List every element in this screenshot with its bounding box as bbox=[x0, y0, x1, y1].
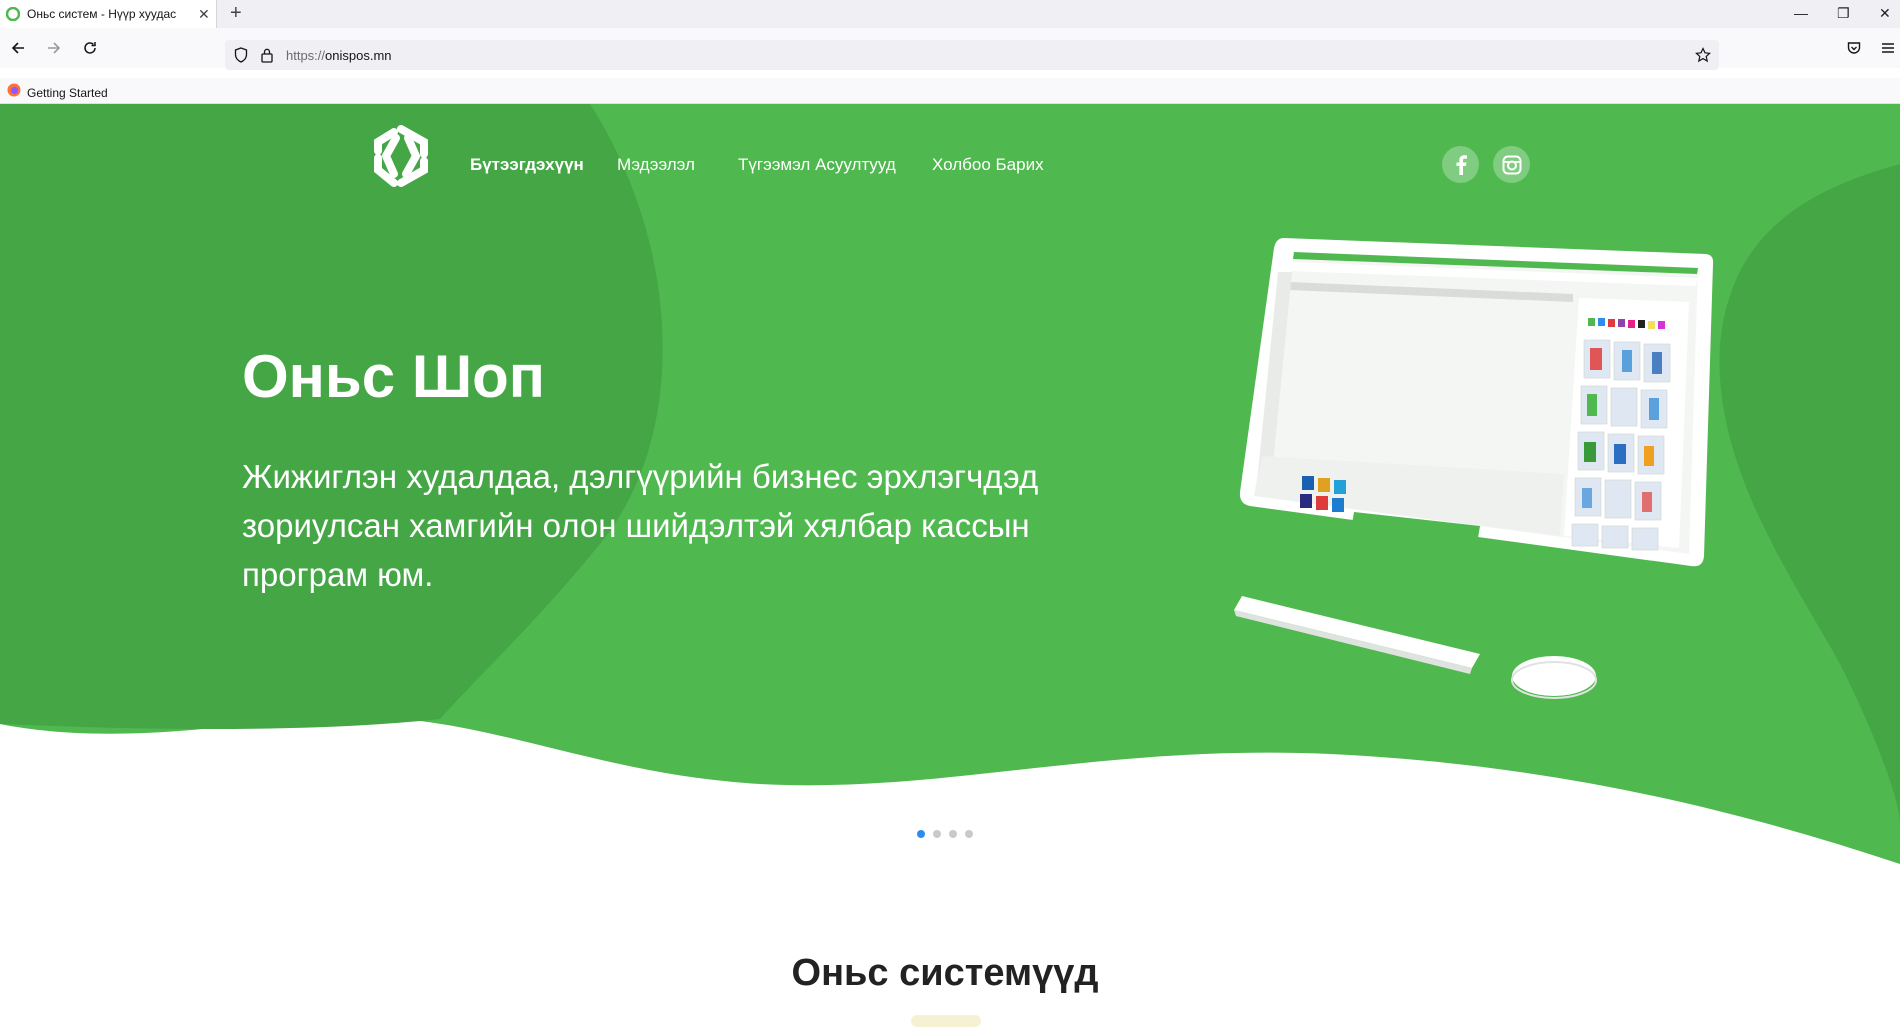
onis-logo[interactable] bbox=[366, 121, 436, 191]
lock-icon[interactable] bbox=[259, 47, 275, 63]
tracking-protection-shield-icon[interactable] bbox=[233, 47, 249, 63]
url-text[interactable]: https://onispos.mn bbox=[286, 48, 392, 63]
carousel-dot-2[interactable] bbox=[933, 830, 941, 838]
reload-icon[interactable] bbox=[80, 38, 100, 58]
browser-tab-strip: Оньс систем - Нүүр хуудас ✕ + — ❐ ✕ bbox=[0, 0, 1900, 28]
pocket-icon[interactable] bbox=[1844, 38, 1864, 58]
tab-title: Оньс систем - Нүүр хуудас bbox=[27, 7, 177, 21]
app-menu-icon[interactable] bbox=[1878, 38, 1898, 58]
carousel-dot-4[interactable] bbox=[965, 830, 973, 838]
close-tab-icon[interactable]: ✕ bbox=[198, 6, 210, 23]
section-title: Оньс системүүд bbox=[791, 952, 1099, 994]
carousel-dot-3[interactable] bbox=[949, 830, 957, 838]
page-viewport: Бүтээгдэхүүн Мэдээлэл Түгээмэл Асуултууд… bbox=[0, 104, 1900, 1027]
pos-computer-illustration bbox=[1234, 238, 1714, 699]
hero-subtitle: Жижиглэн худалдаа, дэлгүүрийн бизнес эрх… bbox=[242, 458, 1039, 593]
new-tab-icon[interactable]: + bbox=[230, 3, 242, 23]
hero-title: Оньс Шоп bbox=[242, 343, 546, 410]
close-window-icon[interactable]: ✕ bbox=[1879, 5, 1891, 22]
instagram-icon[interactable] bbox=[1493, 146, 1530, 183]
back-icon[interactable] bbox=[8, 38, 28, 58]
forward-icon[interactable] bbox=[44, 38, 64, 58]
bookmark-label: Getting Started bbox=[27, 85, 108, 100]
facebook-icon[interactable] bbox=[1442, 146, 1479, 183]
carousel-indicators bbox=[917, 830, 973, 838]
bookmark-getting-started[interactable]: Getting Started bbox=[7, 83, 108, 102]
restore-window-icon[interactable]: ❐ bbox=[1837, 5, 1850, 22]
nav-news[interactable]: Мэдээлэл bbox=[617, 155, 695, 175]
bookmark-star-icon[interactable] bbox=[1695, 47, 1711, 63]
bookmarks-toolbar: Getting Started bbox=[0, 78, 1900, 104]
minimize-window-icon[interactable]: — bbox=[1794, 5, 1808, 21]
browser-tab[interactable]: Оньс систем - Нүүр хуудас ✕ bbox=[0, 0, 217, 28]
firefox-icon bbox=[7, 83, 21, 102]
section-title-underline bbox=[911, 1015, 981, 1027]
nav-contact[interactable]: Холбоо Барих bbox=[932, 155, 1044, 175]
address-bar[interactable]: https://onispos.mn bbox=[225, 40, 1719, 70]
nav-faq[interactable]: Түгээмэл Асуултууд bbox=[738, 155, 896, 175]
nav-products[interactable]: Бүтээгдэхүүн bbox=[470, 155, 584, 175]
site-favicon-icon bbox=[6, 7, 20, 21]
carousel-dot-1[interactable] bbox=[917, 830, 925, 838]
